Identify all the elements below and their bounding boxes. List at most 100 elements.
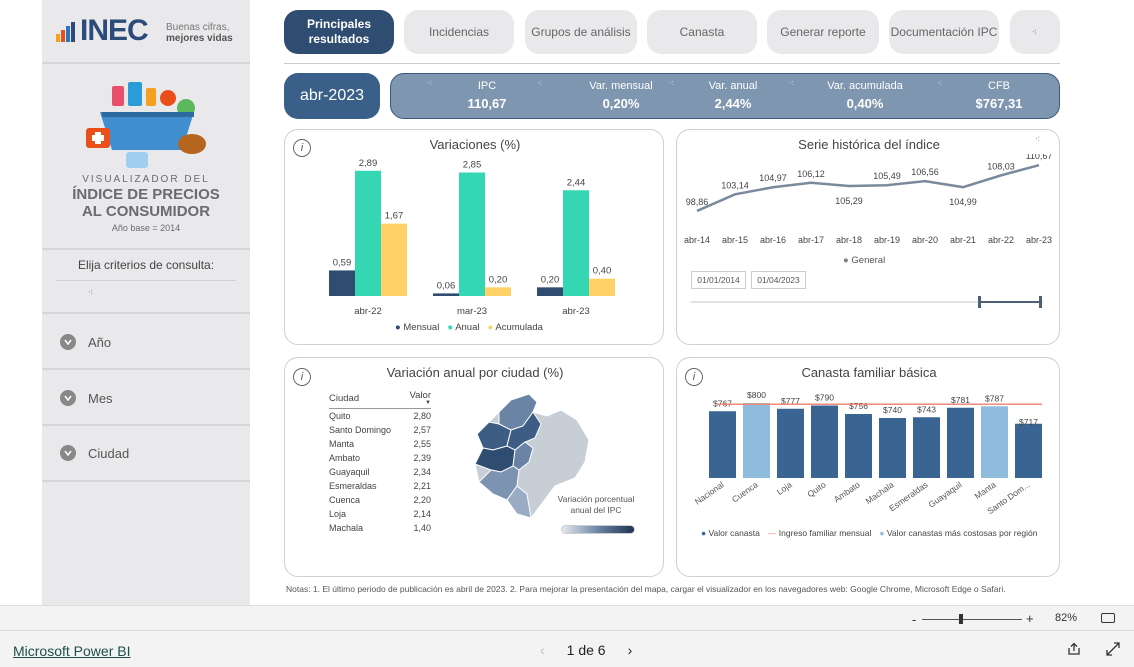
kpi-var-anual: Var. anual 2,44% — [708, 80, 758, 111]
x-tick-label: Esmeraldas — [887, 479, 930, 513]
bar-guayaquil[interactable] — [947, 407, 974, 478]
tab-principales-resultados[interactable]: Principales resultados — [284, 10, 394, 54]
tab-grupos-de-analisis[interactable]: Grupos de análisis — [525, 10, 637, 54]
bar-loja[interactable] — [777, 408, 804, 478]
zoom-level: 82% — [1055, 612, 1078, 624]
filter-month[interactable]: Mes — [60, 390, 113, 406]
table-row[interactable]: Esmeraldas 2,21 — [329, 479, 431, 493]
previous-page-icon[interactable]: ‹ — [540, 642, 545, 658]
power-bi-link[interactable]: Microsoft Power BI — [13, 643, 130, 659]
table-row[interactable]: Cuenca 2,20 — [329, 493, 431, 507]
bar-anual-mar-23[interactable] — [459, 172, 485, 297]
bar-anual-abr-22[interactable] — [355, 170, 381, 296]
bar-machala[interactable] — [879, 418, 906, 478]
date-to-input[interactable]: 01/04/2023 — [751, 271, 806, 289]
table-row[interactable]: Quito 2,80 — [329, 409, 431, 423]
bar-ambato[interactable] — [845, 414, 872, 478]
date-from-input[interactable]: 01/01/2014 — [691, 271, 746, 289]
legend-valor-canasta: ● Valor canasta — [701, 528, 760, 538]
fit-to-page-icon[interactable] — [1101, 613, 1115, 623]
data-label: 110,67 — [1026, 154, 1053, 161]
bar-mensual-abr-22[interactable] — [329, 270, 355, 296]
divider — [42, 480, 250, 482]
tab-loading[interactable]: ⁖ — [1010, 10, 1060, 54]
column-header-value[interactable]: Valor ▼ — [405, 390, 431, 409]
loading-icon: ⁖ — [1035, 134, 1042, 144]
inec-logo — [56, 20, 80, 42]
zoom-out-button[interactable]: - — [912, 612, 916, 627]
bar-mensual-abr-23[interactable] — [537, 287, 563, 296]
city-value: 2,34 — [413, 466, 431, 477]
bar-santodom[interactable] — [1015, 423, 1042, 478]
table-row[interactable]: Machala 1,40 — [329, 521, 431, 535]
divider — [42, 248, 250, 250]
city-value: 1,40 — [413, 522, 431, 533]
map-color-scale — [561, 525, 635, 534]
data-label: 103,14 — [721, 180, 749, 190]
bar-acumulada-abr-23[interactable] — [589, 278, 615, 296]
tab-canasta[interactable]: Canasta — [647, 10, 757, 54]
fullscreen-icon[interactable] — [1106, 642, 1120, 661]
city-name: Machala — [329, 522, 364, 533]
bar-acumulada-mar-23[interactable] — [485, 287, 511, 296]
data-label: 105,49 — [873, 171, 901, 181]
loading-icon: ⁖ — [1031, 26, 1039, 37]
city-name: Loja — [329, 508, 347, 519]
tab-incidencias[interactable]: Incidencias — [404, 10, 514, 54]
table-row[interactable]: Guayaquil 2,34 — [329, 465, 431, 479]
bar-esmeraldas[interactable] — [913, 417, 940, 478]
canasta-card: i Canasta familiar básica $767 Nacional $8… — [676, 357, 1060, 577]
bar-mensual-mar-23[interactable] — [433, 293, 459, 296]
table-row[interactable]: Loja 2,14 — [329, 507, 431, 521]
filter-year[interactable]: Año — [60, 334, 111, 350]
bar-cuenca[interactable] — [743, 403, 770, 478]
column-header-city[interactable]: Ciudad — [329, 390, 405, 409]
date-slider-handle-start[interactable] — [978, 296, 981, 308]
filter-month-label: Mes — [88, 390, 113, 406]
tab-generar-reporte[interactable]: Generar reporte — [767, 10, 879, 54]
canasta-title: Canasta familiar básica — [801, 365, 937, 380]
canasta-chart: $767Nacional$800Cuenca$777Loja$790Quito$… — [693, 390, 1042, 516]
ciudad-title: Variación anual por ciudad (%) — [386, 365, 564, 380]
data-label: $740 — [883, 405, 902, 415]
bar-anual-abr-23[interactable] — [563, 190, 589, 296]
data-label: 0,20 — [489, 274, 508, 285]
x-tick-label: abr-20 — [912, 235, 938, 245]
data-label: 2,89 — [359, 158, 378, 169]
share-icon[interactable] — [1067, 642, 1081, 661]
table-row[interactable]: Santo Domingo 2,57 — [329, 423, 431, 437]
map-legend-title: Variación porcentual anual del IPC — [557, 494, 635, 515]
bar-acumulada-abr-22[interactable] — [381, 223, 407, 296]
sidebar-title-line3: AL CONSUMIDOR — [81, 203, 211, 220]
logo-tagline: Buenas cifras, mejores vidas — [166, 22, 233, 44]
bar-manta[interactable] — [981, 406, 1008, 478]
table-row[interactable]: Manta 2,55 — [329, 437, 431, 451]
data-label: 0,20 — [541, 274, 560, 285]
table-row[interactable]: Ambato 2,39 — [329, 451, 431, 465]
x-tick-label: Quito — [805, 479, 828, 499]
zoom-in-button[interactable]: + — [1026, 611, 1034, 626]
pager: ‹ 1 de 6 › — [540, 642, 632, 658]
zoom-slider-handle[interactable] — [959, 614, 963, 624]
bar-nacional[interactable] — [709, 411, 736, 478]
bar-quito[interactable] — [811, 405, 838, 479]
next-page-icon[interactable]: › — [628, 642, 633, 658]
page-indicator: 1 de 6 — [566, 642, 606, 658]
date-slider-handle-end[interactable] — [1039, 296, 1042, 308]
loading-icon: ⁖ — [789, 78, 796, 88]
data-label: $717 — [1019, 417, 1038, 427]
filter-city[interactable]: Ciudad — [60, 445, 129, 461]
zoom-slider[interactable] — [922, 619, 1022, 620]
x-tick-label: mar-23 — [457, 306, 487, 317]
x-tick-label: Guayaquil — [927, 479, 964, 509]
city-value: 2,14 — [413, 508, 431, 519]
city-value: 2,20 — [413, 494, 431, 505]
period-badge: abr-2023 — [284, 73, 380, 119]
kpi-bar: IPC 110,67 Var. mensual 0,20% Var. anual 2,… — [390, 73, 1060, 119]
logo-brand: INEC — [80, 14, 149, 47]
tab-documentacion-ipc[interactable]: Documentación IPC — [889, 10, 999, 54]
legend-ingreso-familiar: — Ingreso familiar mensual — [767, 528, 872, 538]
kpi-cfb: CFB $767,31 — [975, 80, 1023, 111]
legend-acumulada: ● Acumulada — [487, 322, 543, 333]
x-tick-label: Nacional — [693, 479, 726, 506]
